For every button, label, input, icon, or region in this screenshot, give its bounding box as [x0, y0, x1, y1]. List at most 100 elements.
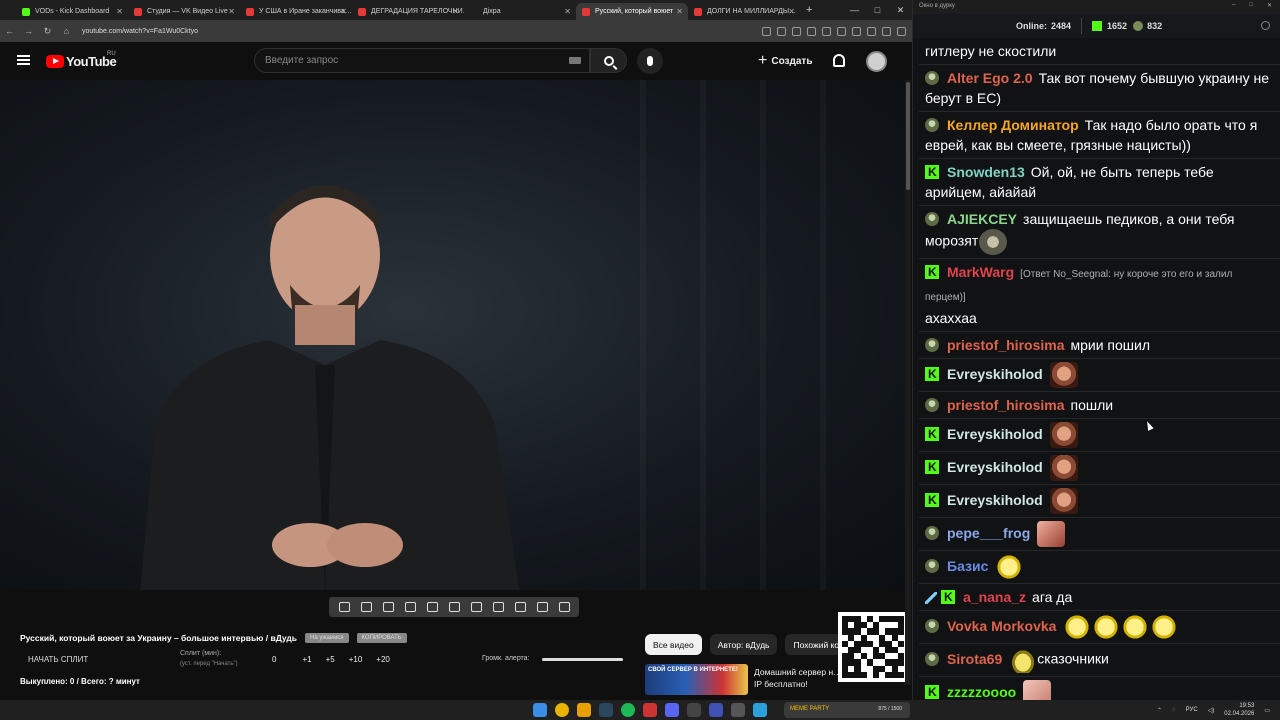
page-scrollbar[interactable] [905, 80, 911, 685]
chat-nickname[interactable]: pepe___frog [947, 525, 1030, 541]
browser-tab[interactable]: Студия — VK Видео Live ✕ [128, 3, 240, 20]
app-icon[interactable] [687, 703, 701, 717]
chat-nickname[interactable]: Келлер Доминатор [947, 117, 1079, 133]
tab-close-icon[interactable]: ✕ [116, 7, 123, 16]
tab-close-icon[interactable]: ✕ [228, 7, 235, 16]
gear-icon[interactable] [1261, 21, 1270, 30]
chat-nickname[interactable]: priestof_hirosima [947, 337, 1064, 353]
split-value[interactable]: +5 [326, 655, 335, 664]
close-icon[interactable]: ✕ [889, 5, 912, 16]
tab-close-icon[interactable]: ✕ [452, 7, 459, 16]
extension-icon[interactable] [852, 26, 861, 36]
search-button[interactable] [590, 48, 627, 73]
chat-nickname[interactable]: priestof_hirosima [947, 397, 1064, 413]
create-button[interactable]: + Создать [758, 52, 812, 70]
notifications-bell-icon[interactable] [833, 54, 845, 67]
voice-search-button[interactable] [637, 48, 663, 74]
chat-nickname[interactable]: zzzzzoooo [947, 684, 1016, 700]
filter-chip[interactable]: Все видео [645, 634, 702, 655]
extension-icon[interactable] [867, 26, 876, 36]
download-icon[interactable] [882, 26, 891, 36]
minimize-icon[interactable]: — [843, 5, 866, 15]
maximize-icon[interactable]: □ [866, 5, 889, 15]
chat-nickname[interactable]: Evreyskiholod [947, 459, 1043, 475]
loop-icon[interactable] [338, 602, 350, 612]
steam-icon[interactable] [599, 703, 613, 717]
network-icon[interactable]: ◌ [1172, 707, 1176, 713]
browser-tab[interactable]: У США в Иране заканчива… ✕ [240, 3, 352, 20]
flask-icon[interactable] [536, 602, 548, 612]
app-icon[interactable] [709, 703, 723, 717]
start-icon[interactable] [533, 703, 547, 717]
avatar[interactable] [866, 51, 887, 72]
speed-icon[interactable] [470, 602, 482, 612]
browser-tab[interactable]: VODs - Kick Dashboard ✕ [16, 3, 128, 20]
chat-nickname[interactable]: Evreyskiholod [947, 426, 1043, 442]
tab-close-icon[interactable]: ✕ [788, 7, 795, 16]
screenshot-icon[interactable] [514, 602, 526, 612]
browser-tab[interactable]: ДЕГРАДАЦИЯ ТАРЕЛОЧНИ… ✕ [352, 3, 464, 20]
clip-icon[interactable] [382, 602, 394, 612]
split-value[interactable]: 0 [272, 655, 276, 664]
forward-icon[interactable]: → [19, 26, 38, 36]
chat-nickname[interactable]: Snowden13 [947, 164, 1025, 180]
tab-close-icon[interactable]: ✕ [564, 7, 571, 16]
extension-icon[interactable] [807, 26, 816, 36]
app-icon[interactable] [643, 703, 657, 717]
split-value[interactable]: +20 [376, 655, 390, 664]
chat-nickname[interactable]: Sirota69 [947, 651, 1002, 667]
reload-icon[interactable]: ↻ [38, 26, 57, 37]
back-icon[interactable]: ← [0, 26, 19, 36]
chat-nickname[interactable]: AJIEKCEY [947, 211, 1017, 227]
bookmark-icon[interactable] [792, 26, 801, 36]
notification-icon[interactable]: ▭ [1264, 707, 1270, 714]
explorer-icon[interactable] [577, 703, 591, 717]
tab-close-icon[interactable]: ✕ [676, 7, 683, 16]
lang-indicator[interactable]: РУС [1186, 707, 1198, 713]
spotify-icon[interactable] [621, 703, 635, 717]
chat-nickname[interactable]: Alter Ego 2.0 [947, 70, 1033, 86]
video-player[interactable] [0, 80, 905, 590]
discord-icon[interactable] [665, 703, 679, 717]
copy-chip[interactable]: КОПИРОВАТЬ [356, 633, 407, 643]
subtitles-icon[interactable] [448, 602, 460, 612]
chat-nickname[interactable]: Базис [947, 558, 988, 574]
maximize-icon[interactable]: □ [1249, 2, 1253, 9]
menu-icon[interactable] [897, 26, 906, 36]
split-value[interactable]: +1 [302, 655, 311, 664]
start-split-button[interactable]: НАЧАТЬ СПЛИТ [28, 655, 88, 664]
chat-nickname[interactable]: Vovka Morkovka [947, 618, 1056, 634]
tab-close-icon[interactable]: ✕ [340, 7, 347, 16]
browser-tab[interactable]: Русский, который воюет ✕ [576, 3, 688, 20]
app-icon[interactable] [731, 703, 745, 717]
meme-party-widget[interactable]: MEME PARTY 875 / 1500 [784, 702, 910, 718]
speaker-icon[interactable]: ◁) [1208, 707, 1215, 714]
close-icon[interactable]: ✕ [1267, 2, 1272, 9]
chat-nickname[interactable]: MarkWarg [947, 264, 1014, 280]
new-tab-button[interactable]: + [806, 4, 812, 16]
film-icon[interactable] [404, 602, 416, 612]
split-value[interactable]: +10 [349, 655, 363, 664]
extension-icon[interactable] [822, 26, 831, 36]
extension-icon[interactable] [837, 26, 846, 36]
minimize-icon[interactable]: – [1232, 2, 1235, 9]
clock[interactable]: 19:53 02.04.2026 [1224, 702, 1254, 718]
zoom-icon[interactable] [777, 26, 786, 36]
chat-messages[interactable]: гитлеру не скостили Alter Ego 2.0 Так вот … [919, 38, 1280, 700]
chat-nickname[interactable]: a_nana_z [963, 589, 1026, 605]
chat-nickname[interactable]: Evreyskiholod [947, 366, 1043, 382]
keyboard-icon[interactable] [569, 57, 581, 64]
picture-in-picture-icon[interactable] [426, 602, 438, 612]
audio-icon[interactable] [360, 602, 372, 612]
filter-chip[interactable]: Автор: вДудь [709, 634, 778, 655]
add-frame-icon[interactable] [492, 602, 504, 612]
url-field[interactable]: youtube.com/watch?v=Fa1Wu0Cktyo [82, 28, 198, 35]
chrome-icon[interactable] [555, 703, 569, 717]
save-chip[interactable]: На ужаемся [305, 633, 349, 643]
recommendation-thumbnail[interactable]: СВОЙ СЕРВЕР В ИНТЕРНЕТЕ! [645, 664, 748, 695]
chevron-up-icon[interactable]: ⌃ [1157, 707, 1162, 714]
browser-tab[interactable]: ДОЛГИ НА МИЛЛИАРДЫ… ✕ [688, 3, 800, 20]
cast-icon[interactable] [762, 26, 771, 36]
youtube-logo[interactable]: YouTube RU [46, 51, 117, 69]
browser-tab[interactable]: Діхра ✕ [464, 3, 576, 20]
